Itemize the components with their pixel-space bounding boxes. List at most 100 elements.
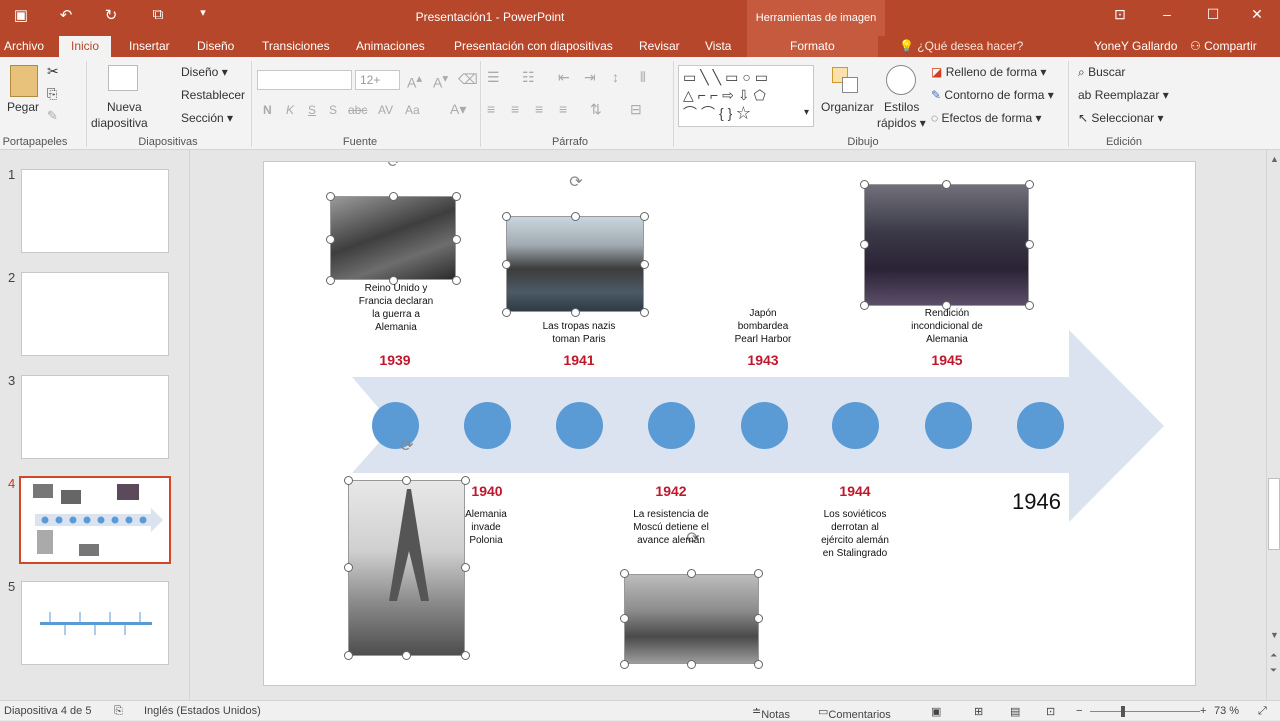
normal-view-icon[interactable]: ▣ <box>931 705 941 718</box>
photo-surrender[interactable] <box>864 184 1029 306</box>
resize-handle[interactable] <box>344 476 353 485</box>
tab-formato[interactable]: Formato <box>747 36 878 57</box>
italic-icon[interactable]: K <box>286 103 294 117</box>
timeline-dot[interactable] <box>556 402 603 449</box>
rotate-handle-icon[interactable]: ⟳ <box>385 162 403 172</box>
event-text-1944[interactable]: Los soviéticos derrotan al ejército alem… <box>817 508 893 560</box>
resize-handle[interactable] <box>640 212 649 221</box>
shape-outline-button[interactable]: ✎ Contorno de forma ▾ <box>931 88 1054 102</box>
close-icon[interactable]: ✕ <box>1242 6 1272 23</box>
year-1941[interactable]: 1941 <box>539 352 619 368</box>
resize-handle[interactable] <box>620 569 629 578</box>
slide-thumb-5[interactable] <box>21 581 169 665</box>
tab-vista[interactable]: Vista <box>705 39 731 53</box>
resize-handle[interactable] <box>571 212 580 221</box>
fit-to-window-icon[interactable]: ⤢ <box>1258 705 1267 718</box>
timeline-dot[interactable] <box>648 402 695 449</box>
resize-handle[interactable] <box>402 476 411 485</box>
zoom-slider-track[interactable] <box>1090 711 1200 712</box>
user-name[interactable]: YoneY Gallardo <box>1094 39 1177 53</box>
numbering-icon[interactable]: ☷ <box>522 69 535 86</box>
resize-handle[interactable] <box>1025 180 1034 189</box>
event-text-1941[interactable]: Las tropas nazis toman Paris <box>534 320 624 346</box>
slide-thumb-3[interactable] <box>21 375 169 459</box>
resize-handle[interactable] <box>754 614 763 623</box>
slide-sorter-icon[interactable]: ⊞ <box>974 705 983 718</box>
char-spacing-icon[interactable]: AV <box>378 103 393 117</box>
tab-archivo[interactable]: Archivo <box>4 39 44 53</box>
quick-styles-icon[interactable] <box>886 65 916 95</box>
arrange-button[interactable]: Organizar <box>821 100 874 114</box>
tab-transiciones[interactable]: Transiciones <box>262 39 330 53</box>
resize-handle[interactable] <box>687 569 696 578</box>
section-button[interactable]: Sección ▾ <box>181 111 233 125</box>
align-right-icon[interactable]: ≡ <box>535 101 543 117</box>
new-slide-icon[interactable] <box>108 65 138 91</box>
shapes-gallery[interactable]: ▭╲╲▭○▭ △⌐⌐⇨⇩⬠ ⌒⌒{}☆ <box>678 65 814 127</box>
tab-animaciones[interactable]: Animaciones <box>356 39 425 53</box>
strikethrough-icon[interactable]: abc <box>348 103 367 117</box>
notes-button[interactable]: ≐ Notas <box>752 705 790 721</box>
ribbon-options-icon[interactable]: ⊡ <box>1105 6 1135 23</box>
year-1939[interactable]: 1939 <box>355 352 435 368</box>
tell-me-search[interactable]: 💡 ¿Qué desea hacer? <box>899 39 1023 53</box>
increase-indent-icon[interactable]: ⇥ <box>584 69 596 86</box>
decrease-indent-icon[interactable]: ⇤ <box>558 69 570 86</box>
copy-icon[interactable]: ⎘ <box>47 86 57 102</box>
photo-eiffel-tower[interactable] <box>348 480 465 656</box>
resize-handle[interactable] <box>860 180 869 189</box>
select-button[interactable]: ↖ Seleccionar ▾ <box>1078 111 1163 125</box>
shrink-font-icon[interactable]: A▾ <box>433 71 448 91</box>
year-1942[interactable]: 1942 <box>631 483 711 499</box>
arrange-icon[interactable] <box>832 67 858 95</box>
event-text-1942[interactable]: La resistencia de Moscú detiene el avanc… <box>631 508 711 547</box>
resize-handle[interactable] <box>502 308 511 317</box>
clear-format-icon[interactable]: ⌫ <box>458 71 478 88</box>
timeline-dot[interactable] <box>925 402 972 449</box>
event-text-1940[interactable]: Alemania invade Polonia <box>461 508 511 547</box>
resize-handle[interactable] <box>640 308 649 317</box>
language-indicator[interactable]: Inglés (Estados Unidos) <box>144 705 261 717</box>
resize-handle[interactable] <box>620 614 629 623</box>
grow-font-icon[interactable]: A▴ <box>407 71 422 91</box>
timeline-dot[interactable] <box>741 402 788 449</box>
resize-handle[interactable] <box>1025 240 1034 249</box>
resize-handle[interactable] <box>502 260 511 269</box>
photo-soldiers-1939[interactable] <box>330 196 456 280</box>
resize-handle[interactable] <box>389 192 398 201</box>
new-slide-button[interactable]: Nueva <box>107 100 142 114</box>
cut-icon[interactable]: ✂ <box>47 63 59 80</box>
reset-button[interactable]: Restablecer <box>181 88 245 102</box>
timeline-dot[interactable] <box>832 402 879 449</box>
tab-insertar[interactable]: Insertar <box>129 39 170 53</box>
slide-canvas[interactable]: ⟳ ⟳ ⟳ ⟳ Reino Unido y Francia declaran l… <box>263 161 1196 686</box>
resize-handle[interactable] <box>344 651 353 660</box>
customize-toolbar-icon[interactable]: ▾ <box>192 6 214 19</box>
resize-handle[interactable] <box>1025 301 1034 310</box>
slide-thumb-4[interactable] <box>19 476 171 564</box>
bullets-icon[interactable]: ☰ <box>487 69 500 86</box>
year-1943[interactable]: 1943 <box>723 352 803 368</box>
resize-handle[interactable] <box>326 192 335 201</box>
format-painter-icon[interactable]: ✎ <box>47 108 58 124</box>
reading-view-icon[interactable]: ▤ <box>1010 705 1020 718</box>
resize-handle[interactable] <box>461 651 470 660</box>
bold-icon[interactable]: N <box>263 103 272 117</box>
align-text-icon[interactable]: ⊟ <box>630 101 642 118</box>
columns-icon[interactable]: ⫴ <box>640 69 646 86</box>
resize-handle[interactable] <box>326 276 335 285</box>
minimize-icon[interactable]: – <box>1152 6 1182 22</box>
scrollbar-thumb[interactable] <box>1268 478 1280 550</box>
slideshow-icon[interactable]: ⊡ <box>1046 705 1055 718</box>
shape-effects-button[interactable]: ◌ Efectos de forma ▾ <box>931 111 1042 125</box>
resize-handle[interactable] <box>452 192 461 201</box>
resize-handle[interactable] <box>860 240 869 249</box>
paste-icon[interactable] <box>10 65 38 97</box>
font-size-input[interactable]: 12+ <box>355 70 400 90</box>
maximize-icon[interactable]: ☐ <box>1198 6 1228 23</box>
shapes-more-icon[interactable]: ▾ <box>804 107 809 118</box>
start-presentation-icon[interactable]: ⧉ <box>147 6 169 23</box>
resize-handle[interactable] <box>461 563 470 572</box>
zoom-out-icon[interactable]: − <box>1076 705 1082 717</box>
share-button[interactable]: ⚇ Compartir <box>1190 39 1257 53</box>
